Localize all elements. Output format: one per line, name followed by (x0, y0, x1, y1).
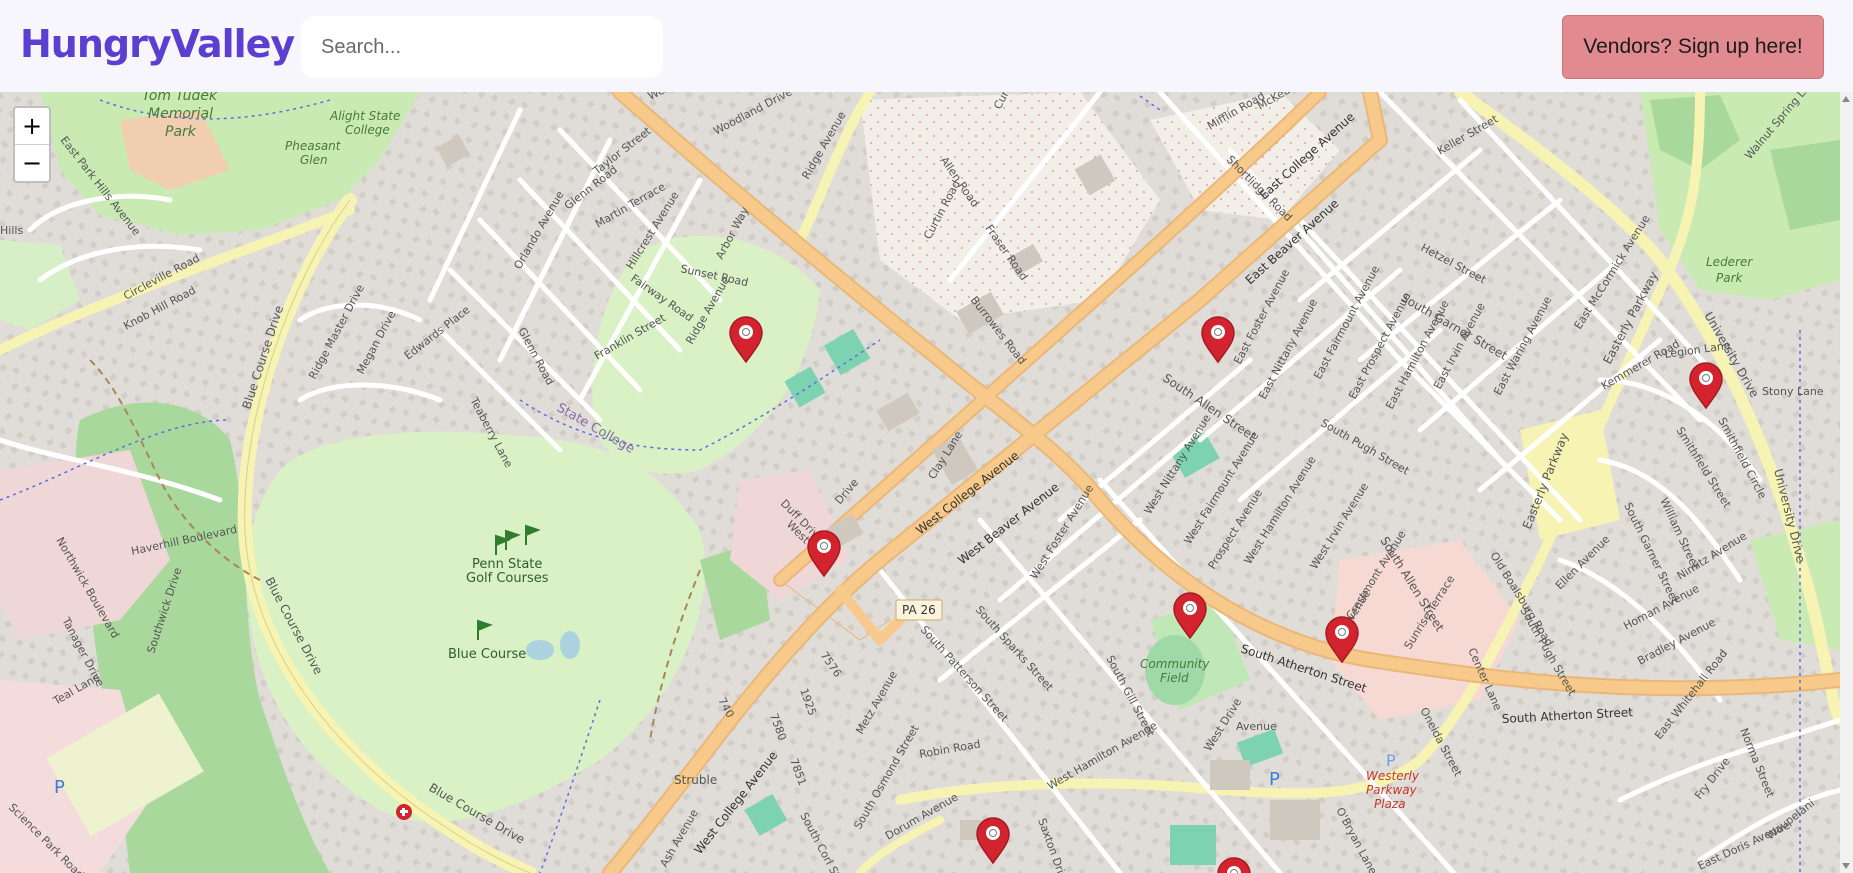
scroll-down-arrow-icon[interactable] (1842, 863, 1850, 869)
page-scrollbar[interactable] (1840, 92, 1853, 873)
map-label: Community (1140, 657, 1210, 671)
map-label: Avenue (1236, 720, 1277, 733)
map-label: Blue Course (448, 647, 526, 662)
search-input[interactable] (301, 16, 663, 78)
map-label: Alight State (329, 109, 400, 123)
top-bar: HungryValley Vendors? Sign up here! (0, 0, 1853, 92)
map-label: Struble (674, 773, 717, 787)
vendor-marker-1[interactable] (728, 316, 764, 364)
zoom-control: + − (13, 106, 51, 183)
map-label: Parkway (1366, 783, 1418, 797)
vendor-signup-button[interactable]: Vendors? Sign up here! (1562, 15, 1824, 79)
map-label: Lederer (1706, 255, 1753, 269)
map-label: PA 26 (902, 603, 936, 617)
map-label: Hills (0, 224, 23, 237)
vendor-marker-6[interactable] (1324, 616, 1360, 664)
vendor-marker-5[interactable] (1172, 592, 1208, 640)
map-label: Stony Lane (1762, 385, 1824, 398)
app-logo[interactable]: HungryValley (20, 22, 295, 66)
vendor-marker-7[interactable] (975, 817, 1011, 865)
vendor-marker-3[interactable] (1688, 362, 1724, 410)
map-label: Field (1160, 671, 1189, 685)
scroll-up-arrow-icon[interactable] (1842, 96, 1850, 102)
zoom-in-button[interactable]: + (15, 108, 49, 144)
map-label: Memorial (148, 106, 213, 122)
map-label: Golf Courses (466, 571, 549, 586)
map-label: Park (165, 124, 197, 140)
map-tiles: Tom Tudek Memorial Park Alight State Col… (0, 92, 1840, 873)
parking-label: P (1386, 751, 1396, 770)
map-label: College (345, 123, 390, 137)
map-label: Tom Tudek (142, 92, 218, 104)
vendor-marker-2[interactable] (1200, 316, 1236, 364)
map-label: Pheasant (285, 139, 342, 153)
map-view[interactable]: Tom Tudek Memorial Park Alight State Col… (0, 92, 1840, 873)
map-label: Penn State (472, 557, 542, 572)
parking-label: P (54, 777, 65, 798)
map-label: Glen (300, 153, 328, 167)
parking-label: P (1269, 769, 1280, 790)
vendor-marker-4[interactable] (806, 530, 842, 578)
map-label: Plaza (1374, 797, 1406, 811)
map-label: Westerly (1366, 769, 1420, 783)
zoom-out-button[interactable]: − (15, 144, 49, 181)
vendor-marker-8[interactable] (1216, 857, 1252, 873)
map-label: Park (1716, 271, 1744, 285)
